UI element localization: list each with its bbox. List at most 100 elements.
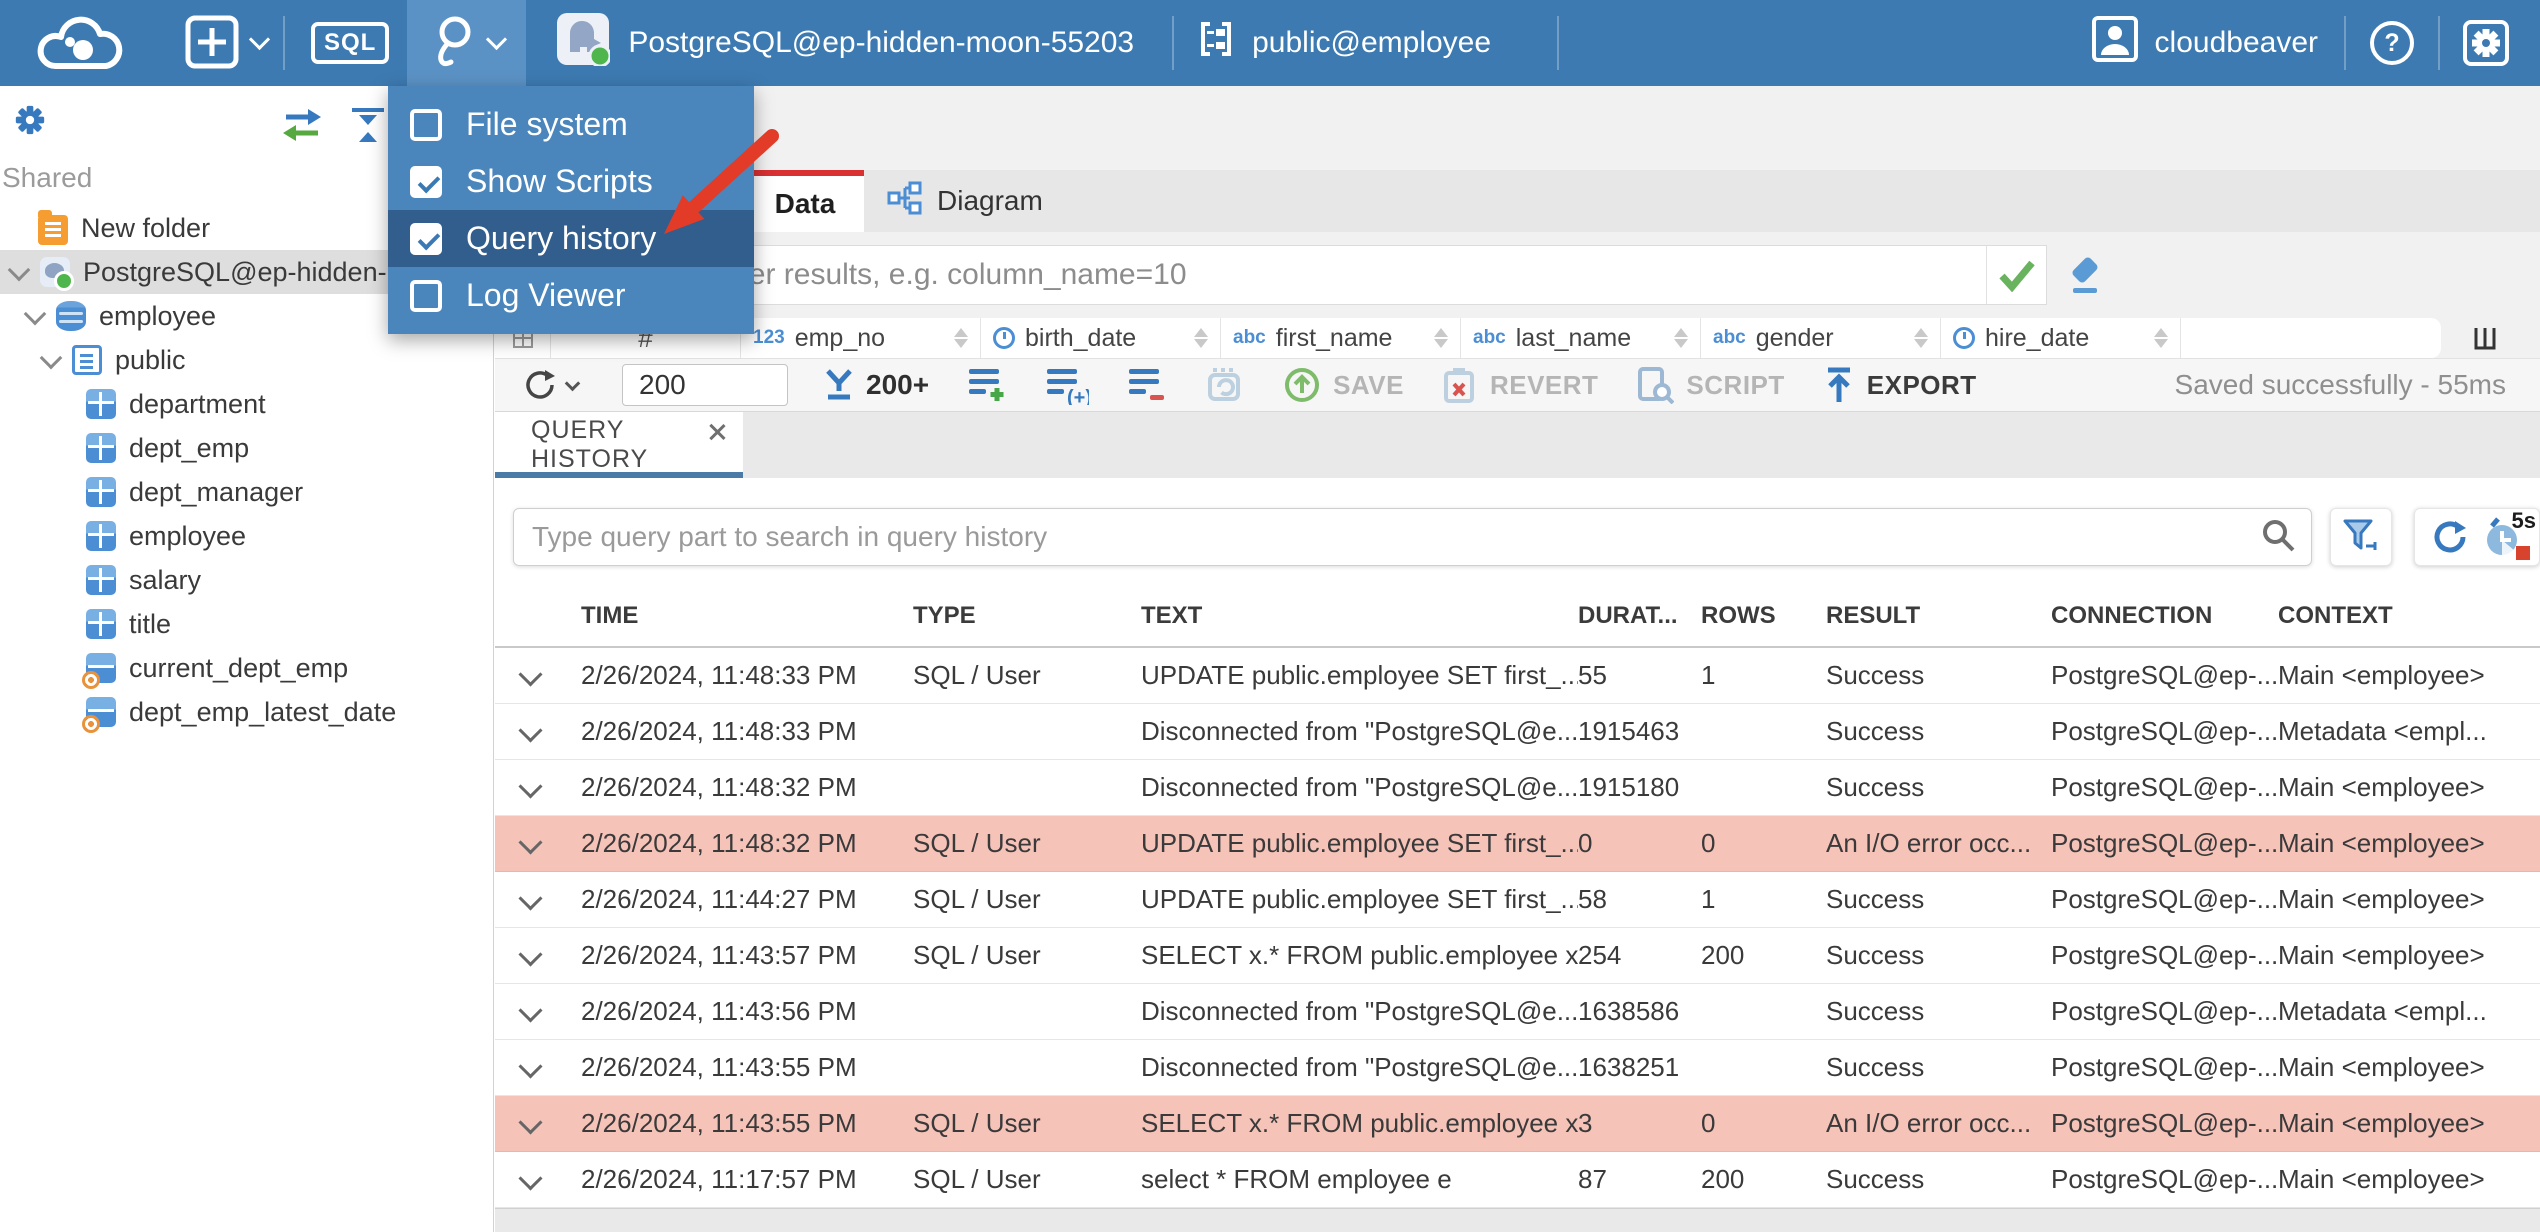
- grid-columns-config-icon[interactable]: [2472, 326, 2498, 357]
- column-label: first_name: [1275, 323, 1393, 352]
- query-history-row[interactable]: 2/26/2024, 11:48:32 PM Disconnected from…: [495, 760, 2540, 816]
- tree-item[interactable]: dept_emp_latest_date: [0, 690, 493, 734]
- query-history-row[interactable]: 2/26/2024, 11:17:57 PM SQL / User select…: [495, 1152, 2540, 1208]
- grid-column-header[interactable]: emp_no: [741, 318, 981, 358]
- node-label: New folder: [81, 212, 211, 243]
- expand-chevron-icon[interactable]: [519, 1000, 543, 1024]
- add-row-button[interactable]: [967, 365, 1007, 405]
- expand-chevron-icon[interactable]: [519, 832, 543, 856]
- delete-row-button[interactable]: [1127, 365, 1167, 405]
- expand-chevron-icon[interactable]: [519, 776, 543, 800]
- query-history-row[interactable]: 2/26/2024, 11:48:33 PM Disconnected from…: [495, 704, 2540, 760]
- expand-chevron-icon[interactable]: [519, 1112, 543, 1136]
- tools-menu-button[interactable]: [407, 0, 527, 86]
- settings-button[interactable]: [2462, 19, 2510, 67]
- apply-filter-button[interactable]: [1986, 246, 2046, 304]
- cell-type: SQL / User: [913, 1164, 1041, 1194]
- qh-column-header[interactable]: TIME: [581, 602, 913, 630]
- schema-selector[interactable]: public@employee: [1196, 19, 1491, 67]
- row-limit-input[interactable]: [622, 364, 788, 406]
- sort-icon[interactable]: [954, 328, 968, 348]
- expand-chevron-icon[interactable]: [519, 664, 543, 688]
- checkbox[interactable]: [410, 108, 442, 141]
- clear-filter-icon[interactable]: [2065, 254, 2107, 296]
- sort-icon[interactable]: [1674, 328, 1688, 348]
- query-history-row[interactable]: 2/26/2024, 11:44:27 PM SQL / User UPDATE…: [495, 872, 2540, 928]
- export-button[interactable]: EXPORT: [1823, 366, 1977, 404]
- checkbox[interactable]: [410, 279, 442, 312]
- save-button[interactable]: SAVE: [1283, 366, 1404, 404]
- connection-selector[interactable]: PostgreSQL@ep-hidden-moon-55203: [556, 12, 1134, 74]
- tree-item[interactable]: employee: [0, 514, 493, 558]
- sync-connection-icon[interactable]: [280, 106, 324, 144]
- grid-column-header[interactable]: gender: [1701, 318, 1941, 358]
- collapse-all-icon[interactable]: [348, 106, 388, 144]
- sort-icon[interactable]: [1434, 328, 1448, 348]
- duplicate-row-button[interactable]: (+): [1045, 365, 1089, 405]
- query-history-row[interactable]: 2/26/2024, 11:48:32 PM SQL / User UPDATE…: [495, 816, 2540, 872]
- filter-history-button[interactable]: [2330, 508, 2393, 566]
- expand-chevron-icon[interactable]: [519, 720, 543, 744]
- tree-item[interactable]: title: [0, 602, 493, 646]
- user-menu[interactable]: cloudbeaver: [2091, 15, 2342, 71]
- tools-menu-item[interactable]: Query history: [388, 210, 754, 267]
- refresh-table-button[interactable]: [1205, 366, 1245, 404]
- fetch-more-button[interactable]: 200+: [822, 367, 929, 403]
- tree-item[interactable]: current_dept_emp: [0, 646, 493, 690]
- grid-column-header[interactable]: first_name: [1221, 318, 1461, 358]
- node-icon: [86, 477, 116, 507]
- grid-column-header[interactable]: last_name: [1461, 318, 1701, 358]
- qh-column-header[interactable]: TEXT: [1141, 602, 1578, 630]
- qh-column-header[interactable]: DURAT...: [1578, 602, 1701, 630]
- query-history-row[interactable]: 2/26/2024, 11:43:56 PM Disconnected from…: [495, 984, 2540, 1040]
- qh-column-header[interactable]: ROWS: [1701, 602, 1826, 630]
- expand-chevron-icon[interactable]: [22, 303, 48, 329]
- sort-icon[interactable]: [1914, 328, 1928, 348]
- tree-item[interactable]: dept_manager: [0, 470, 493, 514]
- sort-icon[interactable]: [2154, 328, 2168, 348]
- tools-menu-item[interactable]: Show Scripts: [388, 153, 754, 210]
- cell-context: Main <employee>: [2278, 1052, 2485, 1082]
- tab-data[interactable]: Data: [746, 170, 864, 232]
- checkbox[interactable]: [410, 222, 442, 255]
- query-history-row[interactable]: 2/26/2024, 11:43:57 PM SQL / User SELECT…: [495, 928, 2540, 984]
- query-history-rows: 2/26/2024, 11:48:33 PM SQL / User UPDATE…: [495, 648, 2540, 1208]
- expand-chevron-icon[interactable]: [38, 347, 64, 373]
- close-icon[interactable]: [705, 420, 729, 444]
- tree-item[interactable]: dept_emp: [0, 426, 493, 470]
- checkbox[interactable]: [410, 165, 442, 198]
- qh-column-header[interactable]: TYPE: [913, 602, 1141, 630]
- refresh-button[interactable]: [521, 366, 581, 404]
- expand-chevron-icon[interactable]: [6, 259, 32, 285]
- qh-column-header[interactable]: CONNECTION: [2051, 602, 2278, 630]
- query-history-row[interactable]: 2/26/2024, 11:43:55 PM SQL / User SELECT…: [495, 1096, 2540, 1152]
- qh-column-header[interactable]: CONTEXT: [2278, 602, 2540, 630]
- tools-menu-item[interactable]: Log Viewer: [388, 267, 754, 324]
- help-button[interactable]: ?: [2368, 19, 2416, 67]
- revert-button[interactable]: REVERT: [1442, 366, 1598, 404]
- expand-chevron-icon[interactable]: [519, 888, 543, 912]
- query-history-row[interactable]: 2/26/2024, 11:48:33 PM SQL / User UPDATE…: [495, 648, 2540, 704]
- navigator-settings-icon[interactable]: [10, 100, 50, 145]
- sort-icon[interactable]: [1194, 328, 1208, 348]
- tree-item[interactable]: public: [0, 338, 493, 382]
- tools-menu-item[interactable]: File system: [388, 96, 754, 153]
- qh-column-header[interactable]: RESULT: [1826, 602, 2051, 630]
- grid-column-header[interactable]: birth_date: [981, 318, 1221, 358]
- tab-query-history[interactable]: QUERY HISTORY: [495, 412, 743, 478]
- auto-refresh-timer-icon[interactable]: 5s: [2484, 508, 2536, 560]
- cloudbeaver-logo-icon[interactable]: [26, 12, 138, 74]
- refresh-history-icon[interactable]: [2430, 517, 2470, 557]
- expand-chevron-icon[interactable]: [519, 1056, 543, 1080]
- tree-item[interactable]: salary: [0, 558, 493, 602]
- new-connection-button[interactable]: [184, 14, 271, 73]
- sql-editor-button[interactable]: SQL: [311, 22, 390, 64]
- grid-column-header[interactable]: hire_date: [1941, 318, 2181, 358]
- script-button[interactable]: SCRIPT: [1636, 366, 1784, 404]
- tree-item[interactable]: department: [0, 382, 493, 426]
- tab-diagram[interactable]: Diagram: [887, 170, 1043, 232]
- query-history-row[interactable]: 2/26/2024, 11:43:55 PM Disconnected from…: [495, 1040, 2540, 1096]
- query-history-search-input[interactable]: [530, 520, 2262, 554]
- expand-chevron-icon[interactable]: [519, 1168, 543, 1192]
- expand-chevron-icon[interactable]: [519, 944, 543, 968]
